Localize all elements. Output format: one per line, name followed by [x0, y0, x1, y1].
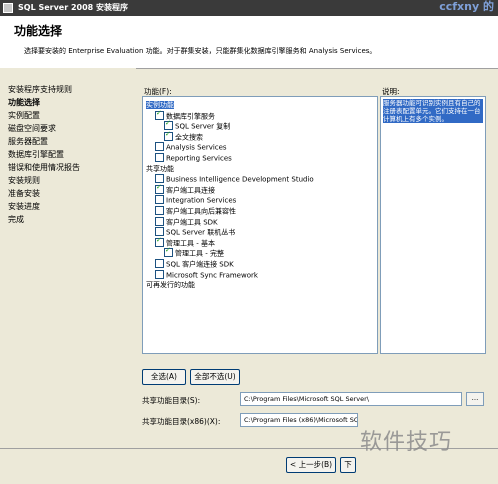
feature-row[interactable]: 全文搜索: [164, 130, 203, 143]
feature-checkbox[interactable]: [155, 109, 164, 120]
nav-item-install-progress[interactable]: 安装进度: [8, 201, 40, 212]
nav-item-error-reporting[interactable]: 错误和使用情况报告: [8, 162, 80, 173]
installer-window: SQL Server 2008 安装程序 ccfxny 的 功能选择 选择要安装…: [0, 0, 498, 484]
window-title: SQL Server 2008 安装程序: [18, 3, 128, 12]
feature-label: 管理工具 - 基本: [166, 239, 215, 248]
feature-row[interactable]: Business Intelligence Development Studio: [155, 174, 314, 185]
step-navigation: 安装程序支持规则 功能选择 实例配置 磁盘空间要求 服务器配置 数据库引擎配置 …: [0, 68, 136, 448]
feature-checkbox[interactable]: [155, 236, 164, 247]
feature-label: 数据库引擎服务: [166, 112, 215, 121]
unselect-all-button[interactable]: 全部不选(U): [190, 369, 240, 385]
feature-row[interactable]: SQL Server 联机丛书: [155, 227, 236, 238]
feature-row[interactable]: 数据库引擎服务: [155, 109, 215, 122]
back-button[interactable]: < 上一步(B): [286, 457, 336, 473]
feature-label: Analysis Services: [166, 143, 227, 152]
feature-checkbox[interactable]: [155, 259, 164, 268]
feature-label: SQL Server 联机丛书: [166, 228, 236, 237]
feature-label: 客户端工具 SDK: [166, 218, 218, 227]
feature-checkbox[interactable]: [164, 130, 173, 141]
feature-checkbox[interactable]: [155, 206, 164, 215]
feature-checkbox[interactable]: [155, 142, 164, 152]
shared-dir-browse-button[interactable]: ...: [466, 392, 484, 406]
watermark-top: ccfxny 的: [439, 0, 494, 13]
shared-dir-input[interactable]: C:\Program Files\Microsoft SQL Server\: [240, 392, 462, 406]
feature-row[interactable]: Integration Services: [155, 195, 237, 206]
feature-row[interactable]: 客户端工具向后兼容性: [155, 206, 236, 217]
feature-checkbox[interactable]: [155, 183, 164, 194]
feature-label: SQL Server 复制: [175, 122, 231, 131]
feature-checkbox[interactable]: [155, 216, 164, 226]
page-description: 选择要安装的 Enterprise Evaluation 功能。对于群集安装，只…: [24, 47, 377, 55]
feature-label: 管理工具 - 完整: [175, 249, 224, 258]
watermark: 软件技巧: [360, 430, 453, 455]
feature-row[interactable]: SQL Server 复制: [164, 119, 231, 132]
shared-dir-label: 共享功能目录(S):: [142, 396, 201, 405]
features-tree[interactable]: 实例功能数据库引擎服务SQL Server 复制全文搜索Analysis Ser…: [142, 96, 378, 354]
feature-label: Microsoft Sync Framework: [166, 271, 258, 280]
feature-label: Integration Services: [166, 196, 237, 205]
feature-label: 客户端工具连接: [166, 186, 215, 195]
nav-item-instance-config[interactable]: 实例配置: [8, 110, 40, 121]
feature-row[interactable]: 可再发行的功能: [146, 281, 195, 290]
feature-row[interactable]: Reporting Services: [155, 153, 232, 164]
feature-row[interactable]: SQL 客户端连接 SDK: [155, 259, 234, 270]
feature-row[interactable]: 管理工具 - 基本: [155, 236, 215, 249]
feature-checkbox[interactable]: [155, 153, 164, 162]
nav-item-disk-space[interactable]: 磁盘空间要求: [8, 123, 56, 134]
feature-label: Business Intelligence Development Studio: [166, 175, 314, 184]
nav-item-install-rules[interactable]: 安装规则: [8, 175, 40, 186]
feature-row[interactable]: 共享功能: [146, 165, 174, 174]
app-icon: [3, 3, 13, 13]
nav-item-support-rules[interactable]: 安装程序支持规则: [8, 84, 72, 95]
feature-label: 全文搜索: [175, 133, 203, 142]
feature-checkbox[interactable]: [155, 195, 164, 205]
title-bar: SQL Server 2008 安装程序 ccfxny 的: [0, 0, 498, 16]
feature-label: 共享功能: [146, 164, 174, 173]
feature-label: 客户端工具向后兼容性: [166, 207, 236, 216]
nav-item-feature-selection[interactable]: 功能选择: [8, 97, 40, 108]
nav-item-ready-to-install[interactable]: 准备安装: [8, 188, 40, 199]
nav-item-db-engine-config[interactable]: 数据库引擎配置: [8, 149, 64, 160]
feature-checkbox[interactable]: [164, 246, 173, 258]
page-header: 功能选择 选择要安装的 Enterprise Evaluation 功能。对于群…: [0, 16, 498, 69]
shared-dir-x86-input[interactable]: C:\Program Files (x86)\Microsoft SQL Ser…: [240, 413, 358, 427]
feature-row[interactable]: 管理工具 - 完整: [164, 246, 224, 259]
feature-label: SQL 客户端连接 SDK: [166, 260, 234, 269]
nav-item-server-config[interactable]: 服务器配置: [8, 136, 48, 147]
feature-row[interactable]: Analysis Services: [155, 142, 227, 153]
description-text: 服务器功能可识别实例且有自己的注册表配置单元。它们支持在一台计算机上有多个实例。: [383, 99, 483, 123]
feature-row[interactable]: 客户端工具连接: [155, 183, 215, 196]
select-all-button[interactable]: 全选(A): [142, 369, 186, 385]
feature-row[interactable]: 客户端工具 SDK: [155, 216, 218, 228]
nav-item-complete[interactable]: 完成: [8, 214, 24, 225]
feature-label: 可再发行的功能: [146, 281, 195, 290]
next-button[interactable]: 下: [340, 457, 356, 473]
feature-checkbox[interactable]: [155, 269, 164, 279]
description-box: 服务器功能可识别实例且有自己的注册表配置单元。它们支持在一台计算机上有多个实例。: [380, 96, 486, 354]
feature-row[interactable]: Microsoft Sync Framework: [155, 269, 258, 281]
page-title: 功能选择: [14, 24, 63, 38]
feature-label: Reporting Services: [166, 154, 232, 163]
shared-dir-x86-label: 共享功能目录(x86)(X):: [142, 417, 221, 426]
